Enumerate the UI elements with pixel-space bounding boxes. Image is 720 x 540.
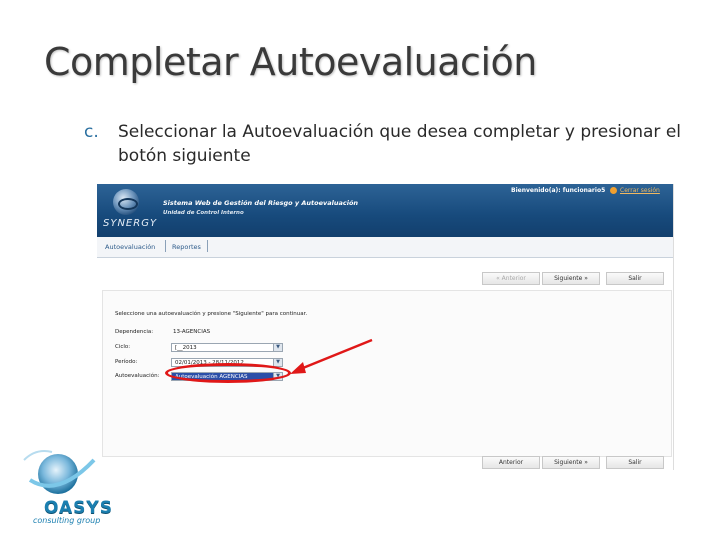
- oasys-brand-name: OASYS: [44, 498, 113, 518]
- arrow-head: [290, 362, 306, 374]
- arrow-line: [297, 338, 373, 372]
- annotation-arrow: [290, 338, 373, 374]
- oasys-tagline: consulting group: [33, 516, 101, 525]
